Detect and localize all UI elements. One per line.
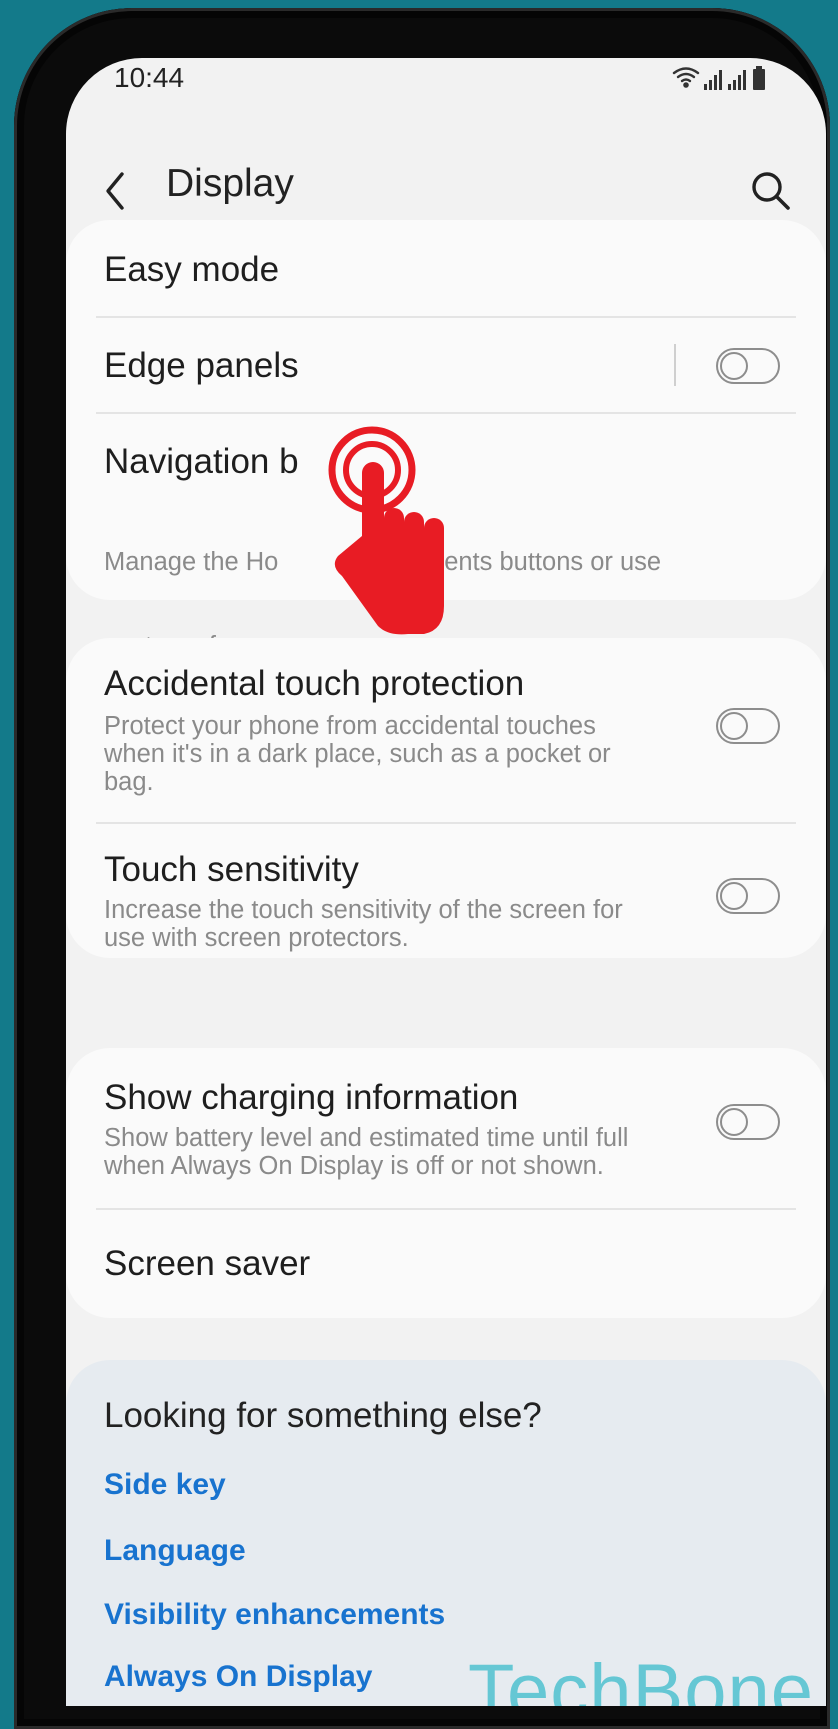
watermark: TechBone [468, 1649, 815, 1706]
settings-card-2: Accidental touch protection Protect your… [66, 638, 826, 958]
accidental-touch-toggle[interactable] [716, 708, 780, 744]
row-subtitle: Protect your phone from accidental touch… [104, 712, 611, 796]
status-bar: 10:44 [66, 58, 826, 140]
battery-icon [753, 66, 765, 90]
row-accidental-touch[interactable]: Accidental touch protection Protect your… [66, 638, 826, 822]
row-subtitle: Show battery level and estimated time un… [104, 1124, 629, 1180]
search-icon[interactable] [746, 166, 796, 216]
row-title: Accidental touch protection [104, 664, 525, 703]
touch-sensitivity-toggle[interactable] [716, 878, 780, 914]
signal-icon [704, 70, 746, 90]
edge-panels-toggle[interactable] [716, 348, 780, 384]
row-subtitle: Increase the touch sensitivity of the sc… [104, 896, 623, 952]
row-title: Touch sensitivity [104, 850, 359, 889]
back-arrow-icon[interactable] [96, 166, 142, 216]
row-title: Screen saver [104, 1244, 311, 1283]
link-visibility-enhancements[interactable]: Visibility enhancements [104, 1598, 445, 1632]
tap-hand-icon [328, 426, 444, 635]
row-touch-sensitivity[interactable]: Touch sensitivity Increase the touch sen… [66, 824, 826, 958]
status-time: 10:44 [114, 62, 185, 93]
row-title: Easy mode [104, 250, 280, 289]
phone-screen: 10:44 Display Easy mode Edge panels Navi… [66, 58, 826, 1706]
row-easy-mode[interactable]: Easy mode [66, 220, 826, 316]
show-charging-info-toggle[interactable] [716, 1104, 780, 1140]
row-show-charging-info[interactable]: Show charging information Show battery l… [66, 1048, 826, 1208]
wifi-icon [672, 67, 700, 88]
vertical-separator [674, 344, 676, 386]
status-icons [672, 66, 765, 90]
settings-card-3: Show charging information Show battery l… [66, 1048, 826, 1318]
row-edge-panels[interactable]: Edge panels [66, 318, 826, 412]
suggestions-title: Looking for something else? [104, 1396, 542, 1435]
link-always-on-display[interactable]: Always On Display [104, 1660, 372, 1694]
row-screen-saver[interactable]: Screen saver [66, 1210, 826, 1318]
link-language[interactable]: Language [104, 1534, 246, 1568]
row-title: Edge panels [104, 346, 299, 385]
phone-frame: 10:44 Display Easy mode Edge panels Navi… [14, 8, 830, 1729]
page-title: Display [166, 162, 294, 205]
row-title: Show charging information [104, 1078, 519, 1117]
row-title: Navigation b [104, 442, 299, 481]
link-side-key[interactable]: Side key [104, 1468, 226, 1502]
